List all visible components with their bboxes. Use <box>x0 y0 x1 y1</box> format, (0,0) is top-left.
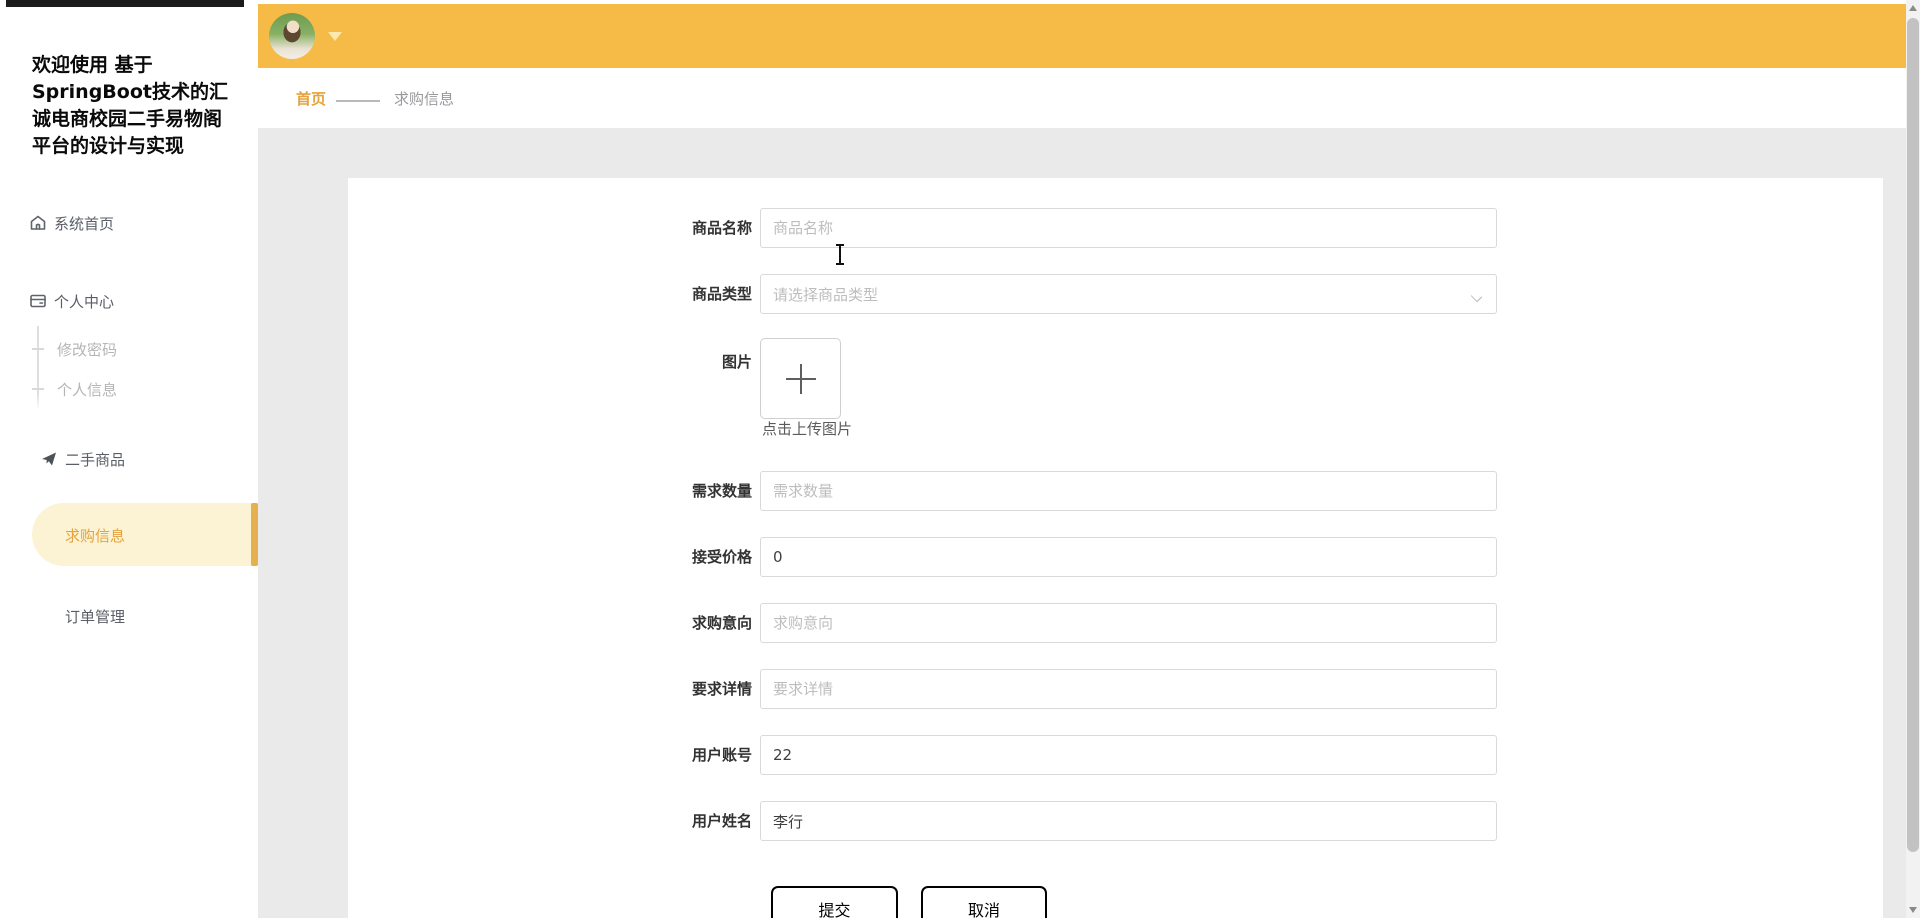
product-type-select[interactable]: 请选择商品类型 <box>760 274 1497 314</box>
panel-icon <box>29 292 47 310</box>
form-row-user-name: 用户姓名 <box>348 801 1883 841</box>
window-scrollbar[interactable] <box>1906 0 1920 918</box>
user-account-input[interactable] <box>760 735 1497 775</box>
requirement-detail-input[interactable] <box>760 669 1497 709</box>
sidebar-item-order-management[interactable]: 订单管理 <box>0 596 258 636</box>
main-area: 首页 求购信息 商品名称 商品类型 请选择商品类型 <box>258 0 1906 918</box>
image-upload-button[interactable] <box>760 338 841 419</box>
sidebar-item-label: 修改密码 <box>57 340 118 359</box>
sidebar-item-personal-center[interactable]: 个人中心 <box>0 281 258 321</box>
form-row-product-type: 商品类型 请选择商品类型 <box>348 274 1883 314</box>
top-header-bar <box>258 4 1906 68</box>
scrollbar-thumb[interactable] <box>1907 18 1919 852</box>
product-name-input[interactable] <box>760 208 1497 248</box>
paper-plane-icon <box>40 450 58 468</box>
field-label: 求购意向 <box>691 614 752 632</box>
chevron-down-icon <box>1472 290 1482 300</box>
form-row-demand-quantity: 需求数量 <box>348 471 1883 511</box>
window-edge-strip <box>6 0 244 7</box>
sidebar-item-label: 求购信息 <box>65 526 126 545</box>
field-label: 图片 <box>721 353 752 371</box>
scroll-down-icon[interactable] <box>1909 907 1917 913</box>
plus-icon <box>785 363 816 394</box>
sidebar-item-label: 个人信息 <box>57 380 118 399</box>
field-label: 商品类型 <box>691 285 752 303</box>
submit-button[interactable]: 提交 <box>771 886 898 918</box>
field-label: 商品名称 <box>691 219 752 237</box>
form-row-requirement-detail: 要求详情 <box>348 669 1883 709</box>
sidebar-title: 欢迎使用 基于 SpringBoot技术的汇诚电商校园二手易物阁平台的设计与实现 <box>32 54 228 157</box>
field-label: 接受价格 <box>691 548 752 566</box>
form-row-purchase-intent: 求购意向 <box>348 603 1883 643</box>
avatar-dropdown-caret-icon[interactable] <box>328 32 342 41</box>
sidebar-item-purchase-requests[interactable]: 求购信息 <box>0 515 258 555</box>
content-background: 商品名称 商品类型 请选择商品类型 图片 <box>258 128 1906 918</box>
user-avatar[interactable] <box>269 13 315 59</box>
accept-price-input[interactable] <box>760 537 1497 577</box>
app-window: 欢迎使用 基于 SpringBoot技术的汇诚电商校园二手易物阁平台的设计与实现… <box>0 0 1920 918</box>
form-row-product-name: 商品名称 <box>348 208 1883 265</box>
form-row-accept-price: 接受价格 <box>348 537 1883 577</box>
purchase-intent-input[interactable] <box>760 603 1497 643</box>
breadcrumb-current: 求购信息 <box>394 90 455 108</box>
sidebar-item-system-home[interactable]: 系统首页 <box>0 203 258 243</box>
sidebar-item-change-password[interactable]: 修改密码 <box>0 329 258 369</box>
user-name-input[interactable] <box>760 801 1497 841</box>
demand-quantity-input[interactable] <box>760 471 1497 511</box>
breadcrumb-home-link[interactable]: 首页 <box>296 88 326 109</box>
cancel-button[interactable]: 取消 <box>921 886 1047 918</box>
breadcrumb-separator <box>336 100 380 102</box>
sidebar-item-personal-info[interactable]: 个人信息 <box>0 369 258 409</box>
sidebar: 欢迎使用 基于 SpringBoot技术的汇诚电商校园二手易物阁平台的设计与实现… <box>0 0 258 918</box>
field-label: 用户姓名 <box>691 812 752 830</box>
field-label: 要求详情 <box>691 680 752 698</box>
upload-caption: 点击上传图片 <box>762 420 853 438</box>
grid-icon <box>40 526 58 544</box>
form-card: 商品名称 商品类型 请选择商品类型 图片 <box>348 178 1883 918</box>
sidebar-item-label: 个人中心 <box>54 292 115 311</box>
field-label: 用户账号 <box>691 746 752 764</box>
sidebar-item-label: 二手商品 <box>65 450 126 469</box>
form-row-image: 图片 点击上传图片 <box>348 338 1883 458</box>
sidebar-item-label: 订单管理 <box>65 607 126 626</box>
field-label: 需求数量 <box>691 482 752 500</box>
home-icon <box>29 214 47 232</box>
grid-icon <box>40 607 58 625</box>
sidebar-item-label: 系统首页 <box>54 214 115 233</box>
scroll-up-icon[interactable] <box>1909 5 1917 11</box>
select-placeholder: 请选择商品类型 <box>773 285 879 304</box>
breadcrumb: 首页 求购信息 <box>258 68 1906 128</box>
sidebar-item-secondhand-goods[interactable]: 二手商品 <box>0 439 258 479</box>
form-row-user-account: 用户账号 <box>348 735 1883 775</box>
